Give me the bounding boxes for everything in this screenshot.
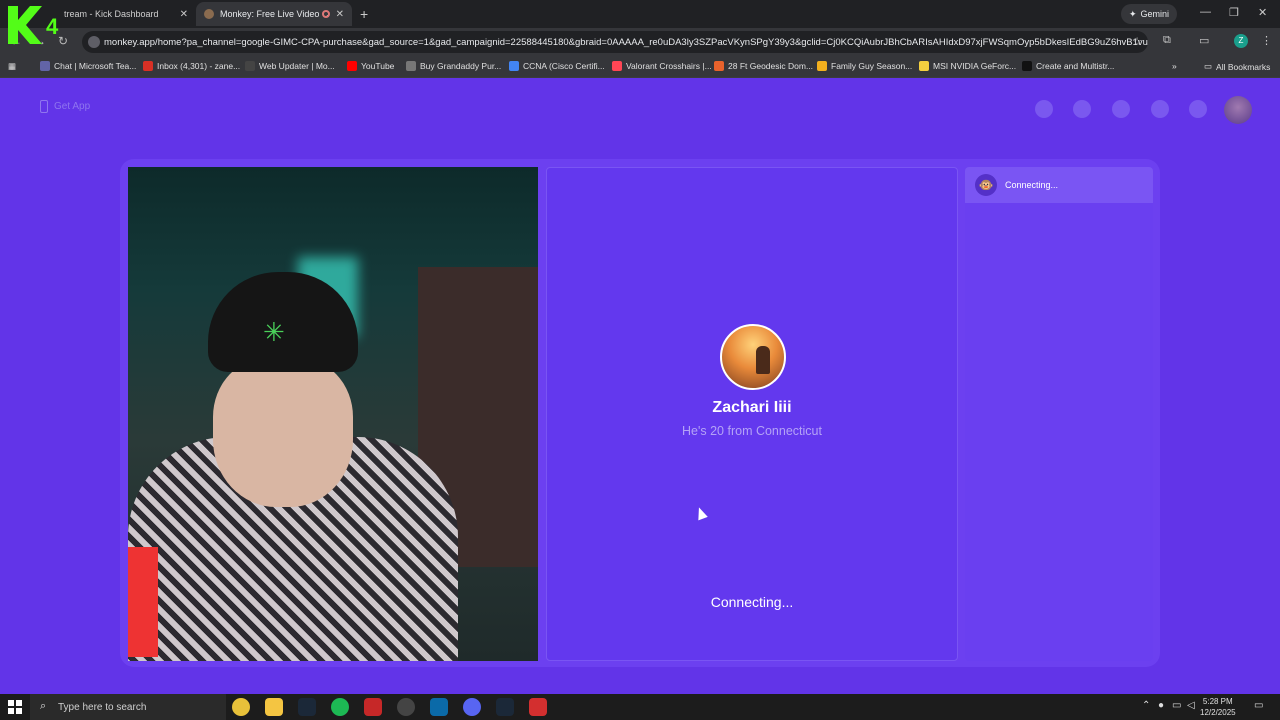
windows-start-icon[interactable] [8,700,22,714]
spotify-icon[interactable] [331,698,349,716]
remote-avatar [720,324,786,390]
volume-icon[interactable]: ◁ [1187,700,1195,711]
tab-title: Monkey: Free Live Video C [220,9,329,19]
new-tab-button[interactable]: + [360,6,368,22]
browser-tab-strip: 4 tream - Kick Dashboard ✕ Monkey: Free … [0,0,1280,44]
phone-icon [40,100,48,113]
kick-logo-icon: 4 [8,6,59,44]
bookmark-item[interactable]: Family Guy Season... [817,61,912,71]
side-panel-icon[interactable]: ▭ [1199,34,1209,47]
chevron-up-icon[interactable]: ⌃ [1142,700,1150,711]
app-icon[interactable] [430,698,448,716]
search-placeholder: Type here to search [58,701,147,713]
search-icon: ⌕ [40,700,47,712]
bookmark-item[interactable]: Chat | Microsoft Tea... [40,61,136,71]
mouse-cursor-icon [694,505,708,521]
monkey-favicon-icon [204,9,214,19]
bookmark-item[interactable]: Create and Multistr... [1022,61,1114,71]
network-icon[interactable]: ▭ [1172,700,1181,711]
messages-icon[interactable] [1189,100,1207,118]
monkey-icon: 🐵 [975,174,997,196]
bookmark-item[interactable]: Web Updater | Mo... [245,61,335,71]
bookmark-item[interactable]: Buy Grandaddy Pur... [406,61,501,71]
get-app-label: Get App [54,101,91,112]
chevron-right-icon[interactable]: » [1172,61,1177,71]
steam-icon[interactable] [496,698,514,716]
bookmark-item[interactable]: 28 Ft Geodesic Dom... [714,61,813,71]
folder-icon: ▭ [1204,61,1213,71]
tab-monkey[interactable]: Monkey: Free Live Video C ✕ [196,2,352,26]
site-info-icon[interactable] [88,36,100,48]
remote-user-pane: Zachari Iiii He's 20 from Connecticut Co… [546,167,958,661]
restore-icon[interactable]: ❐ [1229,6,1239,19]
url-text: monkey.app/home?pa_channel=google-GIMC-C… [104,36,1148,48]
discord-icon[interactable] [463,698,481,716]
tab-kick-dashboard[interactable]: tream - Kick Dashboard ✕ [56,2,196,26]
bookmarks-bar: ▦ Chat | Microsoft Tea... Inbox (4,301) … [0,56,1280,78]
window-close-icon[interactable]: ✕ [1258,6,1267,19]
minimize-icon[interactable]: — [1200,6,1211,18]
sparkle-icon: ✦ [1129,8,1137,19]
tab-title: tream - Kick Dashboard [64,9,159,19]
notifications-icon[interactable]: ▭ [1254,700,1263,711]
connection-status: Connecting... [710,594,794,610]
app-icon[interactable] [529,698,547,716]
extensions-icon[interactable]: ⧉ [1163,34,1171,47]
app-icon[interactable] [364,698,382,716]
chrome-icon[interactable] [232,698,250,716]
obs-icon[interactable] [397,698,415,716]
address-bar[interactable]: monkey.app/home?pa_channel=google-GIMC-C… [82,31,1148,53]
history-icon[interactable] [1151,100,1169,118]
mic-icon[interactable]: ● [1158,700,1164,711]
close-icon[interactable]: ✕ [180,9,188,20]
apps-grid-icon[interactable]: ▦ [8,61,16,72]
gemini-button[interactable]: ✦ Gemini [1121,4,1178,24]
bookmark-item[interactable]: Valorant Crosshairs |... [612,61,712,71]
steam-icon[interactable] [298,698,316,716]
svg-text:4: 4 [46,14,59,39]
clock[interactable]: 5:28 PM 12/2/2025 [1200,696,1236,718]
bookmark-item[interactable]: MSI NVIDIA GeForc... [919,61,1016,71]
taskbar-search[interactable]: ⌕ Type here to search [30,694,226,720]
taskbar: ⌕ Type here to search ⌃ ● ▭ ◁ 5:28 PM 12… [0,694,1280,720]
menu-icon[interactable]: ⋮ [1261,34,1272,47]
monkey-page: Get App ✳ Zachari Iiii He's 20 from Conn… [0,78,1280,694]
recording-icon [322,10,330,18]
bookmark-item[interactable]: Inbox (4,301) - zane... [143,61,240,71]
shop-icon[interactable] [1035,100,1053,118]
chat-status-row: 🐵 Connecting... [965,167,1153,203]
bookmark-item[interactable]: CCNA (Cisco Certifi... [509,61,605,71]
gemini-label: Gemini [1140,9,1170,19]
profile-avatar[interactable]: Z [1234,34,1248,48]
browser-toolbar: ← → ↻ monkey.app/home?pa_channel=google-… [0,28,1280,56]
bookmark-item[interactable]: YouTube [347,61,394,71]
close-icon[interactable]: ✕ [336,9,344,20]
get-app-button[interactable]: Get App [40,100,90,113]
friends-icon[interactable] [1112,100,1130,118]
bookmark-star-icon[interactable]: ☆ [1132,35,1142,48]
chat-status-text: Connecting... [1005,180,1059,190]
file-explorer-icon[interactable] [265,698,283,716]
all-bookmarks[interactable]: ▭ All Bookmarks [1204,61,1270,72]
local-video-feed: ✳ [128,167,538,661]
chat-pane: 🐵 Connecting... [965,167,1153,661]
search-icon[interactable] [1073,100,1091,118]
remote-user-name: Zachari Iiii [712,399,792,416]
remote-user-subtitle: He's 20 from Connecticut [682,424,822,438]
user-avatar[interactable] [1224,96,1252,124]
